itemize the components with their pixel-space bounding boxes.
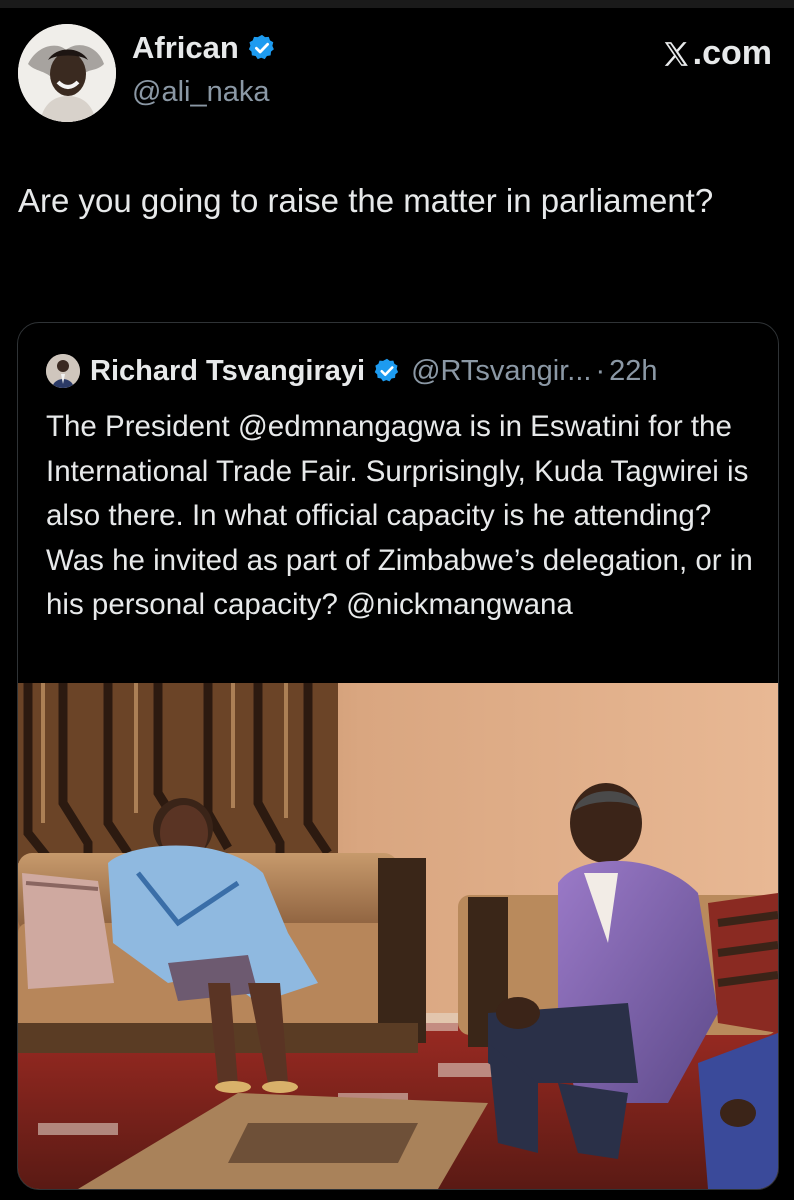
- quoted-post-timestamp[interactable]: 22h: [609, 355, 657, 388]
- quoted-post-card[interactable]: Richard Tsvangirayi @RTsvangir... · 22h …: [17, 322, 779, 1190]
- separator-dot: ·: [595, 354, 606, 387]
- user-avatar-icon: [18, 24, 116, 122]
- top-edge-bar: [0, 0, 794, 8]
- quoted-post-image[interactable]: [18, 683, 778, 1189]
- x-logo-icon: [664, 41, 688, 66]
- photo-meeting-image: [18, 683, 778, 1189]
- author-avatar[interactable]: [18, 24, 116, 122]
- author-name[interactable]: African: [132, 30, 239, 66]
- brand-domain: .com: [692, 34, 772, 72]
- quoted-post-header: Richard Tsvangirayi @RTsvangir... · 22h: [46, 351, 766, 391]
- quoted-author-avatar[interactable]: [46, 354, 80, 388]
- quoted-post-text: The President @edmnangagwa is in Eswatin…: [46, 410, 753, 622]
- brand-watermark: .com: [661, 34, 772, 73]
- user-avatar-icon: [46, 354, 80, 388]
- author-handle[interactable]: @ali_naka: [132, 76, 269, 109]
- verified-badge-icon: [374, 358, 399, 382]
- post-text: Are you going to raise the matter in par…: [18, 182, 714, 219]
- quoted-author-name[interactable]: Richard Tsvangirayi: [90, 355, 365, 388]
- verified-badge-icon: [248, 34, 274, 60]
- quoted-author-handle[interactable]: @RTsvangir...: [411, 355, 591, 388]
- author-name-row[interactable]: African: [132, 30, 277, 66]
